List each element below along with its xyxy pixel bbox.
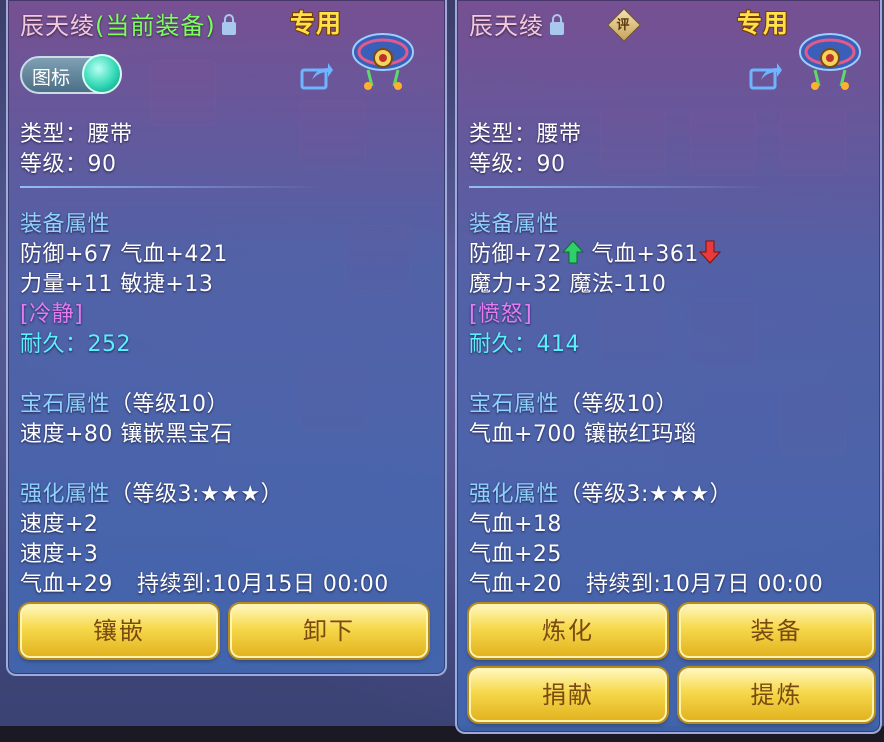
divider <box>20 186 320 188</box>
equipped-item-tooltip: 辰天绫(当前装备) 专用 图标 类型：腰带 等级：90 装备属性 防御+67 气… <box>6 0 447 676</box>
enhance-line: 气血+18 <box>469 512 562 537</box>
enhance-duration: 持续到:10月15日 00:00 <box>136 572 389 597</box>
gem-attr-line: 气血+700 镶嵌红玛瑙 <box>469 422 697 447</box>
enhance-line: 速度+2 <box>20 512 99 537</box>
defense-stat: 防御+72 <box>469 242 562 267</box>
durability-value: 252 <box>87 332 132 357</box>
equip-attr-line: 力量+11 敏捷+13 <box>20 272 214 297</box>
enhance-header-label: 强化属性 <box>469 482 560 507</box>
durability-value: 414 <box>536 332 581 357</box>
enhance-duration: 持续到:10月7日 00:00 <box>585 572 824 597</box>
arrow-up-icon <box>561 240 584 264</box>
durability-label: 耐久： <box>20 332 88 357</box>
enhance-level: （等级3:★★★） <box>110 482 284 507</box>
trait-tag: [愤怒] <box>469 302 533 327</box>
durability: 耐久：252 <box>20 326 131 358</box>
enhance-attr-header: 强化属性（等级3:★★★） <box>469 476 732 508</box>
belt-item-icon[interactable] <box>346 22 420 96</box>
item-title: 辰天绫 <box>469 6 564 41</box>
share-icon[interactable] <box>749 62 783 90</box>
equip-button[interactable]: 装备 <box>679 604 874 658</box>
item-level: 等级：90 <box>20 152 117 177</box>
enhance-header-label: 强化属性 <box>20 482 111 507</box>
hp-stat: 气血+361 <box>591 242 699 267</box>
trait-tag: [冷静] <box>20 302 84 327</box>
enhance-attr-header: 强化属性（等级3:★★★） <box>20 476 283 508</box>
item-level: 等级：90 <box>469 152 566 177</box>
enhance-line: 速度+3 <box>20 542 99 567</box>
lock-icon <box>221 14 236 35</box>
share-icon[interactable] <box>300 62 334 90</box>
special-tag: 专用 <box>290 9 343 38</box>
item-type: 类型：腰带 <box>469 122 582 147</box>
equip-attr-line: 防御+72 气血+361 <box>469 236 721 268</box>
refine-button[interactable]: 炼化 <box>469 604 667 658</box>
evaluate-badge-icon[interactable]: 评 <box>607 8 641 42</box>
enhance-line: 气血+29 <box>20 572 113 597</box>
durability-label: 耐久： <box>469 332 537 357</box>
gem-header-label: 宝石属性 <box>469 392 560 417</box>
item-title: 辰天绫(当前装备) <box>20 6 236 41</box>
enhance-duration-line: 气血+20 持续到:10月7日 00:00 <box>469 566 823 598</box>
equip-attr-line: 防御+67 气血+421 <box>20 242 228 267</box>
gem-level: （等级10） <box>559 392 679 417</box>
toggle-knob <box>82 54 122 94</box>
enhance-level: （等级3:★★★） <box>559 482 733 507</box>
unequip-button[interactable]: 卸下 <box>230 604 428 658</box>
gem-attr-header: 宝石属性（等级10） <box>469 386 678 418</box>
enhance-duration-line: 气血+29 持续到:10月15日 00:00 <box>20 566 389 598</box>
special-tag: 专用 <box>737 9 790 38</box>
compare-item-tooltip: 辰天绫 评 专用 类型：腰带 等级：90 装备属性 防御+72 气血+361 魔… <box>455 0 882 734</box>
durability: 耐久：414 <box>469 326 580 358</box>
belt-item-icon[interactable] <box>793 22 867 96</box>
equipped-tag: (当前装备) <box>95 12 216 40</box>
enhance-line: 气血+20 <box>469 572 562 597</box>
item-name: 辰天绫 <box>20 12 95 40</box>
equip-attr-header: 装备属性 <box>469 212 560 237</box>
gem-level: （等级10） <box>110 392 230 417</box>
gem-attr-header: 宝石属性（等级10） <box>20 386 229 418</box>
equip-attr-header: 装备属性 <box>20 212 111 237</box>
lock-icon <box>550 14 564 35</box>
donate-button[interactable]: 捐献 <box>469 668 667 722</box>
arrow-down-icon <box>698 240 721 264</box>
divider <box>469 186 769 188</box>
item-name: 辰天绫 <box>469 12 544 40</box>
icon-toggle[interactable]: 图标 <box>20 54 122 94</box>
gem-attr-line: 速度+80 镶嵌黑宝石 <box>20 422 233 447</box>
item-type: 类型：腰带 <box>20 122 133 147</box>
toggle-label: 图标 <box>32 67 71 89</box>
extract-button[interactable]: 提炼 <box>679 668 874 722</box>
enhance-line: 气血+25 <box>469 542 562 567</box>
equip-attr-line: 魔力+32 魔法-110 <box>469 272 667 297</box>
gem-header-label: 宝石属性 <box>20 392 111 417</box>
evaluate-badge-label: 评 <box>616 18 630 33</box>
inlay-button[interactable]: 镶嵌 <box>20 604 218 658</box>
